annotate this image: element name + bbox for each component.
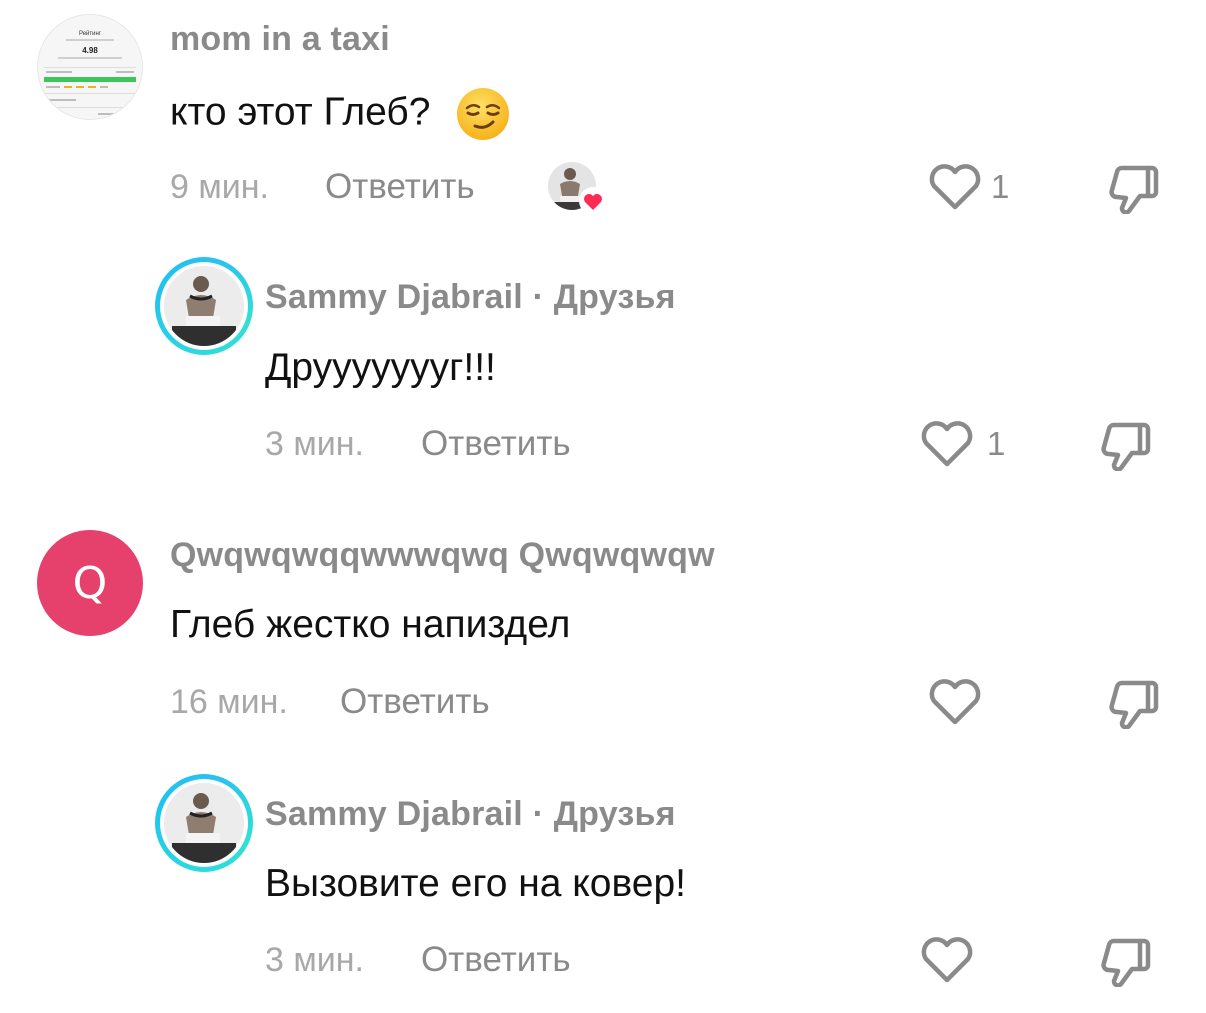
dislike-thumb-icon[interactable] — [1098, 415, 1154, 471]
comment-text: Друууууууг!!! — [265, 346, 496, 389]
comment-username[interactable]: Qwqwqwqqwwwqwq Qwqwqwqw — [170, 536, 715, 575]
username-text[interactable]: Sammy Djabrail — [265, 795, 523, 833]
person-photo-icon — [164, 783, 244, 863]
separator: · — [532, 278, 545, 316]
comment-time: 3 мин. — [265, 941, 364, 979]
avatar-letter: Q — [72, 557, 108, 609]
avatar[interactable]: Q — [37, 530, 143, 636]
rating-screenshot-thumbnail: Рейтинг 4.98 — [38, 15, 142, 119]
comment-time: 3 мин. — [265, 425, 364, 463]
thumb-score: 4.98 — [82, 46, 98, 55]
avatar[interactable]: Рейтинг 4.98 — [37, 14, 143, 120]
thumb-title: Рейтинг — [79, 30, 102, 37]
separator: · — [532, 795, 545, 833]
friends-label: Друзья — [553, 278, 676, 316]
reply-button[interactable]: Ответить — [421, 940, 571, 980]
dislike-thumb-icon[interactable] — [1098, 931, 1154, 987]
friends-label: Друзья — [553, 795, 676, 833]
comments-list: Рейтинг 4.98 mom in a taxi кто этот Глеб… — [0, 0, 1206, 1013]
comment-text-content: кто этот Глеб? — [170, 90, 431, 134]
comment-username[interactable]: mom in a taxi — [170, 20, 390, 59]
heart-badge-icon — [579, 187, 607, 215]
comment-username[interactable]: Sammy Djabrail · Друзья — [265, 795, 676, 834]
comment-username[interactable]: Sammy Djabrail · Друзья — [265, 278, 676, 317]
username-text[interactable]: Sammy Djabrail — [265, 278, 523, 316]
like-count: 1 — [991, 168, 1010, 205]
reply-button[interactable]: Ответить — [340, 682, 490, 722]
comment-text: Глеб жестко напиздел — [170, 603, 571, 646]
avatar[interactable] — [155, 774, 253, 872]
comment-time: 16 мин. — [170, 683, 288, 721]
like-heart-icon[interactable] — [925, 672, 985, 732]
like-heart-icon[interactable] — [917, 414, 977, 474]
dislike-thumb-icon[interactable] — [1106, 158, 1162, 214]
smirking-face-emoji-icon — [457, 88, 510, 140]
like-heart-icon[interactable] — [917, 930, 977, 990]
comment-time: 9 мин. — [170, 168, 269, 206]
comment-text: Вызовите его на ковер! — [265, 862, 686, 905]
like-heart-icon[interactable] — [925, 157, 985, 217]
reply-button[interactable]: Ответить — [325, 167, 475, 207]
like-count: 1 — [987, 425, 1006, 462]
person-photo-icon — [164, 266, 244, 346]
reply-button[interactable]: Ответить — [421, 424, 571, 464]
avatar[interactable] — [155, 257, 253, 355]
comment-text: кто этот Глеб? — [170, 86, 511, 142]
creator-liked-avatar — [548, 162, 607, 215]
dislike-thumb-icon[interactable] — [1106, 673, 1162, 729]
